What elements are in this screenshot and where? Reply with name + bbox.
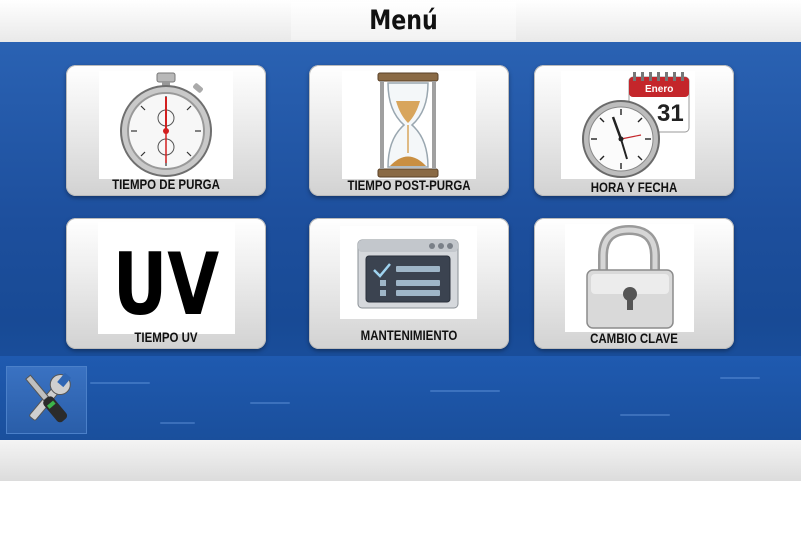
decor-streak <box>250 402 290 404</box>
uv-time-label: TIEMPO UV <box>134 329 198 345</box>
uv-text: UV <box>113 235 220 334</box>
page-title: Menú Principal <box>349 5 459 74</box>
tools-icon <box>25 372 72 423</box>
padlock-icon <box>565 224 694 332</box>
decor-streak <box>90 382 150 384</box>
calendar-day: 31 <box>657 100 684 127</box>
time-date-label: HORA Y FECHA <box>590 179 678 195</box>
bottom-band <box>0 356 801 440</box>
uv-time-button[interactable]: UV TIEMPO UV <box>66 218 266 349</box>
hourglass-icon <box>342 71 476 179</box>
footer-bar <box>0 440 801 481</box>
change-password-label: CAMBIO CLAVE <box>590 330 678 346</box>
change-password-button[interactable]: CAMBIO CLAVE <box>534 218 734 349</box>
purge-time-label: TIEMPO DE PURGA <box>112 176 220 192</box>
decor-streak <box>430 390 500 392</box>
clock-calendar-icon: Enero 31 <box>561 71 695 179</box>
time-date-button[interactable]: Enero 31 HORA Y FECHA <box>534 65 734 196</box>
maintenance-button[interactable]: MANTENIMIENTO <box>309 218 509 349</box>
calendar-month: Enero <box>645 84 673 95</box>
decor-streak <box>160 422 195 424</box>
purge-time-button[interactable]: TIEMPO DE PURGA <box>66 65 266 196</box>
decor-streak <box>620 414 670 416</box>
post-purge-time-label: TIEMPO POST-PURGA <box>347 177 471 193</box>
post-purge-time-button[interactable]: TIEMPO POST-PURGA <box>309 65 509 196</box>
maintenance-screen-icon <box>340 226 477 319</box>
decor-streak <box>720 377 760 379</box>
uv-icon: UV <box>98 222 235 335</box>
maintenance-label: MANTENIMIENTO <box>360 327 458 343</box>
tools-button[interactable] <box>6 366 87 434</box>
stopwatch-icon <box>99 71 233 179</box>
